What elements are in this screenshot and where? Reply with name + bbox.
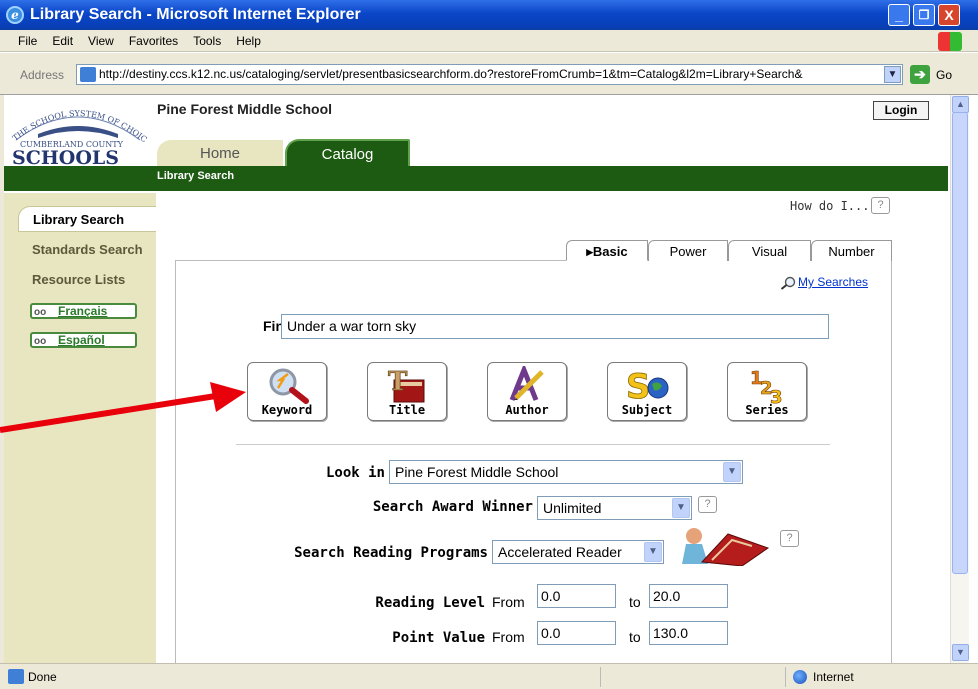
go-arrow-icon[interactable]: ➔	[910, 65, 930, 84]
look-in-label: Look in	[325, 465, 385, 481]
reading-programs-value: Accelerated Reader	[498, 544, 622, 560]
page-done-icon	[8, 669, 24, 684]
to-label: to	[629, 594, 641, 610]
scrollbar-thumb[interactable]	[952, 112, 968, 574]
reading-level-to-input[interactable]: 20.0	[649, 584, 728, 608]
tab-basic[interactable]: ▸Basic	[566, 240, 648, 261]
book-title-icon: T	[388, 367, 425, 403]
menu-bar: File Edit View Favorites Tools Help	[0, 30, 978, 52]
how-do-i-link[interactable]: How do I...	[790, 199, 869, 213]
window-title-bar: e Library Search - Microsoft Internet Ex…	[0, 0, 978, 30]
svg-text:THE SCHOOL SYSTEM OF CHOICE: THE SCHOOL SYSTEM OF CHOICE	[8, 100, 148, 144]
school-name: Pine Forest Middle School	[157, 101, 333, 117]
svg-text:3: 3	[770, 387, 783, 404]
menu-file[interactable]: File	[18, 34, 37, 48]
menu-view[interactable]: View	[88, 34, 114, 48]
magnifier-icon	[780, 276, 796, 290]
button-label: Author	[505, 403, 549, 417]
reading-level-label: Reading Level	[375, 595, 485, 611]
login-button[interactable]: Login	[873, 101, 929, 120]
svg-text:T: T	[388, 367, 408, 397]
address-input[interactable]: http://destiny.ccs.k12.nc.us/cataloging/…	[76, 64, 903, 85]
author-search-button[interactable]: Author	[487, 362, 567, 421]
tab-visual[interactable]: Visual	[728, 240, 811, 261]
menu-edit[interactable]: Edit	[52, 34, 73, 48]
reading-programs-select[interactable]: Accelerated Reader ▼	[492, 540, 664, 564]
award-value: Unlimited	[543, 500, 602, 516]
annotation-arrow-icon	[0, 382, 246, 433]
award-label: Search Award Winner	[372, 499, 533, 515]
to-label: to	[629, 629, 641, 645]
district-logo: THE SCHOOL SYSTEM OF CHOICE CUMBERLAND C…	[5, 93, 149, 169]
scroll-down-icon[interactable]: ▼	[952, 644, 969, 661]
menu-help[interactable]: Help	[236, 34, 261, 48]
status-bar: Done Internet	[0, 663, 978, 689]
point-value-to-input[interactable]: 130.0	[649, 621, 728, 645]
reading-program-book-icon	[682, 528, 770, 566]
page-icon	[80, 67, 96, 82]
minimize-button[interactable]: _	[888, 4, 910, 26]
chevron-down-icon[interactable]: ▼	[672, 498, 690, 518]
zone-text: Internet	[813, 670, 854, 684]
glasses-icon: oo	[34, 336, 47, 347]
glasses-icon: oo	[34, 307, 47, 318]
chevron-down-icon[interactable]: ▼	[644, 542, 662, 562]
maximize-button[interactable]: ❐	[913, 4, 935, 26]
chevron-down-icon[interactable]: ▼	[723, 462, 741, 482]
point-value-label: Point Value	[392, 630, 485, 646]
reading-level-from-input[interactable]: 0.0	[537, 584, 616, 608]
title-search-button[interactable]: T Title	[367, 362, 447, 421]
tab-home[interactable]: Home	[157, 140, 283, 167]
help-icon[interactable]: ?	[871, 197, 890, 214]
language-label: Français	[58, 304, 108, 318]
subject-search-button[interactable]: S Subject	[607, 362, 687, 421]
series-123-icon: 1 2 3	[750, 368, 783, 404]
go-button[interactable]: Go	[936, 68, 952, 82]
series-search-button[interactable]: 1 2 3 Series	[727, 362, 807, 421]
look-in-select[interactable]: Pine Forest Middle School ▼	[389, 460, 743, 484]
nav-bar	[4, 166, 948, 191]
my-searches-link[interactable]: My Searches	[780, 275, 868, 290]
status-text: Done	[28, 670, 57, 684]
tab-number[interactable]: Number	[811, 240, 892, 261]
close-button[interactable]: X	[938, 4, 960, 26]
tab-power[interactable]: Power	[648, 240, 728, 261]
svg-text:S: S	[626, 367, 651, 404]
from-label: From	[492, 629, 525, 645]
address-label: Address	[20, 68, 65, 82]
windows-logo-icon	[938, 32, 962, 51]
point-value-from-input[interactable]: 0.0	[537, 621, 616, 645]
menu-tools[interactable]: Tools	[193, 34, 221, 48]
menu-favorites[interactable]: Favorites	[129, 34, 178, 48]
language-label: Español	[58, 333, 105, 347]
find-input[interactable]: Under a war torn sky	[281, 314, 829, 339]
globe-icon	[793, 670, 807, 684]
author-pencil-icon	[509, 366, 544, 401]
status-divider	[600, 667, 601, 687]
svg-text:SCHOOLS: SCHOOLS	[12, 147, 119, 166]
button-label: Title	[388, 403, 426, 417]
help-icon[interactable]: ?	[780, 530, 799, 547]
window-title: Library Search - Microsoft Internet Expl…	[30, 6, 361, 23]
button-label: Series	[745, 403, 789, 417]
ie-icon: e	[6, 6, 24, 24]
divider	[236, 444, 830, 445]
magnifier-icon	[269, 368, 309, 404]
subject-globe-icon: S	[626, 367, 669, 404]
scroll-up-icon[interactable]: ▲	[952, 96, 969, 113]
sidebar-item-resource-lists[interactable]: Resource Lists	[32, 272, 125, 287]
help-icon[interactable]: ?	[698, 496, 717, 513]
breadcrumb[interactable]: Library Search	[157, 170, 234, 182]
language-french-button[interactable]: oo Français	[30, 303, 137, 319]
address-dropdown-icon[interactable]: ▼	[884, 66, 901, 83]
from-label: From	[492, 594, 525, 610]
reading-programs-label: Search Reading Programs	[294, 545, 488, 561]
award-select[interactable]: Unlimited ▼	[537, 496, 692, 520]
sidebar-item-standards-search[interactable]: Standards Search	[32, 242, 143, 257]
language-spanish-button[interactable]: oo Español	[30, 332, 137, 348]
status-divider	[785, 667, 786, 687]
sidebar-item-library-search[interactable]: Library Search	[18, 206, 156, 232]
button-label: Subject	[621, 403, 673, 417]
look-in-value: Pine Forest Middle School	[395, 464, 559, 480]
